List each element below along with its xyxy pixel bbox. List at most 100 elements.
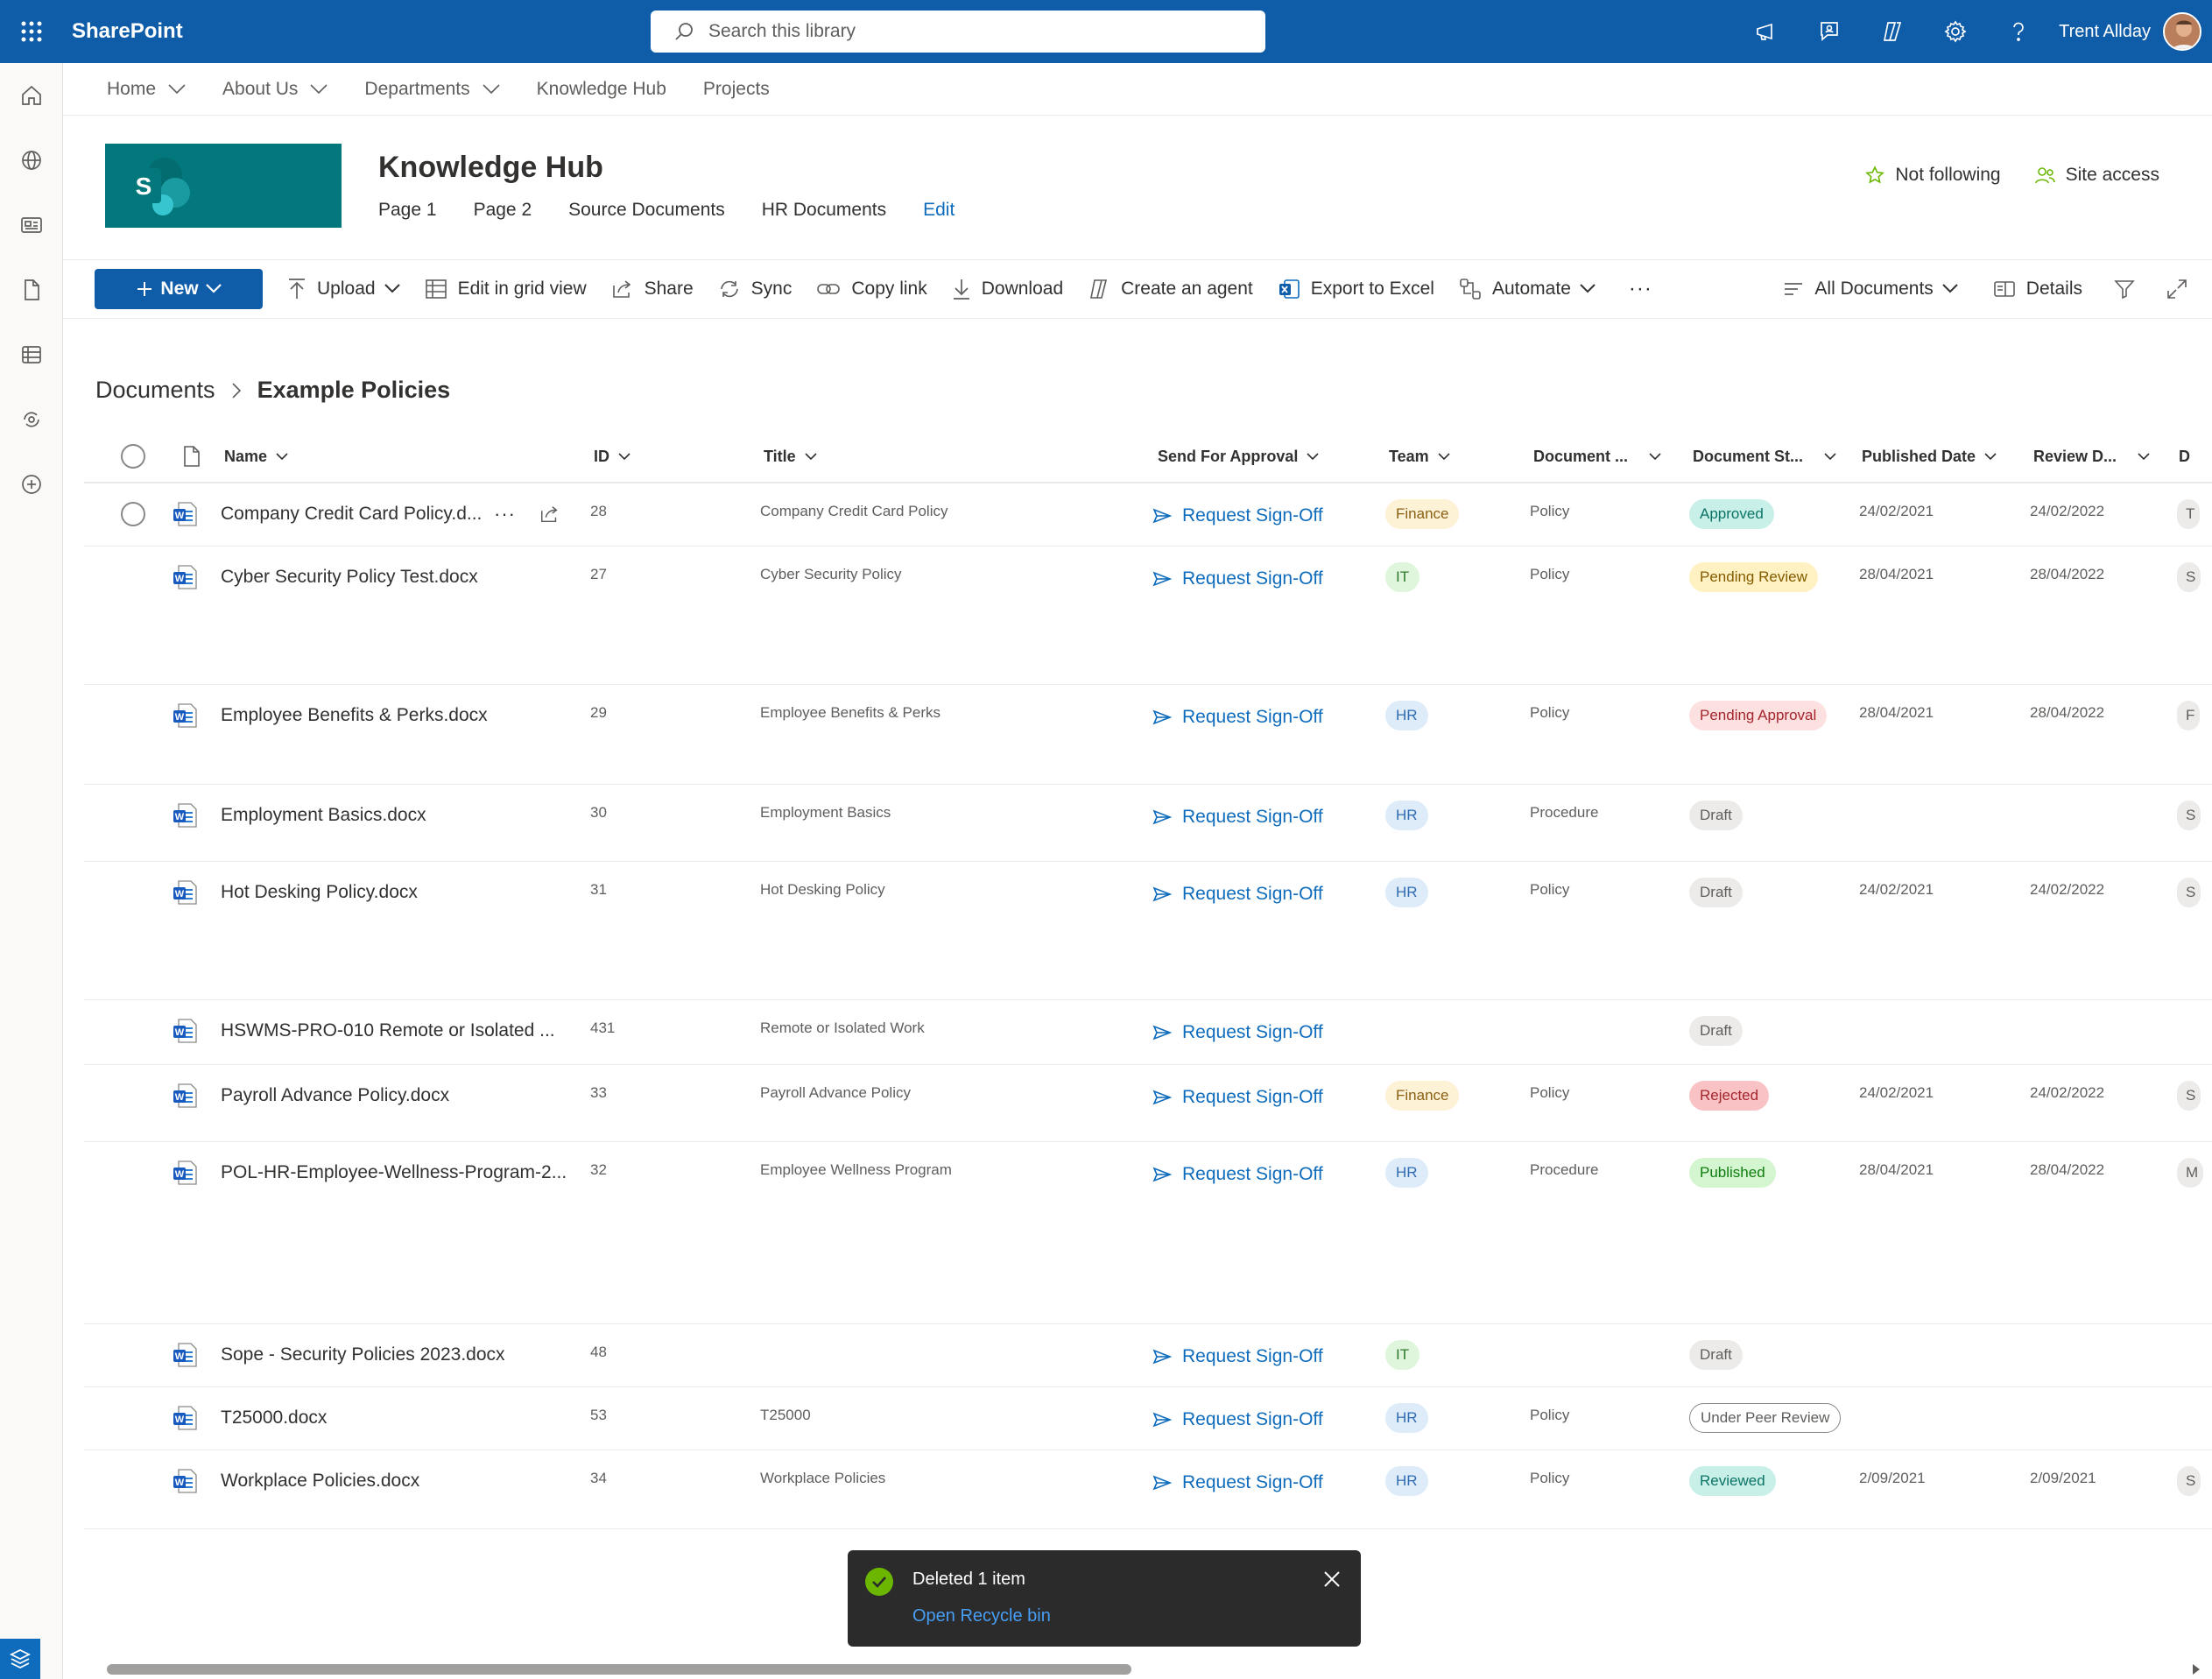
file-name-link[interactable]: T25000.docx [221,1405,327,1431]
search-box[interactable]: Search this library [651,11,1265,53]
sync-button[interactable]: Sync [718,279,792,300]
table-row[interactable]: W Payroll Advance Policy.docx 33 Payroll Ad… [84,1065,2212,1142]
table-row[interactable]: W Hot Desking Policy.docx 31 Hot Desking Po… [84,862,2212,1000]
fullscreen-button[interactable] [2166,279,2198,300]
automate-button[interactable]: Automate [1459,278,1596,300]
column-header-truncated[interactable]: D [2179,429,2190,483]
copy-link-button[interactable]: Copy link [816,279,927,300]
column-header-id[interactable]: ID [594,429,630,483]
table-row[interactable]: W Workplace Policies.docx 34 Workplace Poli… [84,1450,2212,1529]
request-sign-off-link[interactable]: Request Sign-Off [1152,1470,1323,1496]
feedback-icon[interactable] [1798,0,1861,63]
file-name-link[interactable]: HSWMS-PRO-010 Remote or Isolated ... [221,1018,555,1044]
download-button[interactable]: Download [952,278,1063,300]
new-button[interactable]: New [95,269,263,309]
status-badge[interactable]: Pending Approval [1689,701,1828,730]
table-row[interactable]: W POL-HR-Employee-Wellness-Program-2... 32… [84,1142,2212,1324]
help-icon[interactable] [1987,0,2050,63]
hub-nav-home[interactable]: Home [107,79,186,100]
file-name-link[interactable]: Hot Desking Policy.docx [221,879,418,906]
table-row[interactable]: W HSWMS-PRO-010 Remote or Isolated ... 431… [84,1000,2212,1065]
column-header-review-date[interactable]: Review D... [2033,429,2150,483]
create-agent-button[interactable]: Create an agent [1088,278,1253,300]
request-sign-off-link[interactable]: Request Sign-Off [1152,804,1323,830]
megaphone-icon[interactable] [1735,0,1798,63]
close-icon[interactable] [1322,1570,1342,1589]
details-pane-button[interactable]: Details [1993,279,2082,300]
status-badge[interactable]: Draft [1689,878,1743,907]
edit-grid-view-button[interactable]: Edit in grid view [425,279,587,300]
loop-icon[interactable] [0,387,63,452]
row-select-checkbox[interactable] [121,501,145,527]
settings-icon[interactable] [1924,0,1987,63]
follow-button[interactable]: Not following [1865,165,2001,186]
team-tag[interactable]: IT [1385,562,1420,592]
site-logo[interactable]: S [105,144,342,228]
create-icon[interactable] [0,452,63,517]
site-nav-page-2[interactable]: Page 2 [474,200,532,221]
file-icon[interactable] [0,257,63,322]
stack-icon[interactable] [0,1639,40,1679]
app-name[interactable]: SharePoint [72,19,183,44]
more-commands-button[interactable]: ··· [1629,277,1652,301]
file-name-link[interactable]: Payroll Advance Policy.docx [221,1083,449,1109]
site-title[interactable]: Knowledge Hub [378,151,603,185]
site-nav-source-documents[interactable]: Source Documents [568,200,725,221]
open-recycle-bin-link[interactable]: Open Recycle bin [912,1606,1051,1626]
team-tag[interactable]: HR [1385,1403,1428,1433]
column-header-title[interactable]: Title [764,429,817,483]
status-badge[interactable]: Published [1689,1158,1776,1188]
request-sign-off-link[interactable]: Request Sign-Off [1152,1407,1323,1433]
home-icon[interactable] [0,63,63,128]
table-row[interactable]: W Employee Benefits & Perks.docx 29 Employe… [84,685,2212,785]
filter-button[interactable] [2114,279,2145,300]
site-access-button[interactable]: Site access [2034,165,2159,186]
status-badge[interactable]: Reviewed [1689,1466,1776,1496]
file-name-link[interactable]: Sope - Security Policies 2023.docx [221,1342,505,1368]
site-nav-page-1[interactable]: Page 1 [378,200,437,221]
request-sign-off-link[interactable]: Request Sign-Off [1152,1019,1323,1046]
column-header-name[interactable]: Name [224,429,288,483]
hub-nav-knowledge-hub[interactable]: Knowledge Hub [537,79,666,100]
request-sign-off-link[interactable]: Request Sign-Off [1152,881,1323,907]
team-tag[interactable]: Finance [1385,499,1460,529]
team-tag[interactable]: HR [1385,701,1428,730]
table-row[interactable]: W Cyber Security Policy Test.docx 27 Cyber … [84,547,2212,685]
request-sign-off-link[interactable]: Request Sign-Off [1152,1161,1323,1188]
file-name-link[interactable]: Employee Benefits & Perks.docx [221,702,488,729]
column-header-document-status[interactable]: Document St... [1693,429,1836,483]
column-header-send-for-approval[interactable]: Send For Approval [1158,429,1319,483]
more-actions-button[interactable]: ··· [494,501,516,527]
status-badge[interactable]: Draft [1689,1340,1743,1370]
team-tag[interactable]: IT [1385,1340,1420,1370]
view-switcher[interactable]: All Documents [1783,279,1958,300]
column-header-published-date[interactable]: Published Date [1862,429,1997,483]
horizontal-scrollbar[interactable] [107,1664,1131,1675]
file-name-link[interactable]: Cyber Security Policy Test.docx [221,564,478,590]
team-tag[interactable]: HR [1385,1158,1428,1188]
file-name-link[interactable]: Company Credit Card Policy.d... [221,501,482,527]
export-excel-button[interactable]: Export to Excel [1278,278,1434,300]
status-badge[interactable]: Draft [1689,1016,1743,1046]
avatar[interactable] [2163,12,2201,51]
team-tag[interactable]: Finance [1385,1081,1460,1111]
site-nav-hr-documents[interactable]: HR Documents [762,200,886,221]
request-sign-off-link[interactable]: Request Sign-Off [1152,1344,1323,1370]
file-name-link[interactable]: Workplace Policies.docx [221,1468,419,1494]
upload-button[interactable]: Upload [287,278,400,300]
request-sign-off-link[interactable]: Request Sign-Off [1152,1084,1323,1111]
table-row[interactable]: W Employment Basics.docx 30 Employment Basi… [84,785,2212,862]
hub-nav-projects[interactable]: Projects [703,79,770,100]
team-tag[interactable]: HR [1385,878,1428,907]
file-type-header[interactable] [173,429,201,483]
scroll-right-arrow-icon[interactable] [2191,1662,2201,1676]
file-name-link[interactable]: POL-HR-Employee-Wellness-Program-2... [221,1160,567,1186]
team-tag[interactable]: HR [1385,801,1428,830]
globe-icon[interactable] [0,128,63,193]
hub-nav-departments[interactable]: Departments [364,79,500,100]
status-badge[interactable]: Draft [1689,801,1743,830]
select-all-checkbox[interactable] [121,429,145,483]
status-badge[interactable]: Approved [1689,499,1774,529]
hub-nav-about-us[interactable]: About Us [222,79,328,100]
request-sign-off-link[interactable]: Request Sign-Off [1152,503,1323,529]
